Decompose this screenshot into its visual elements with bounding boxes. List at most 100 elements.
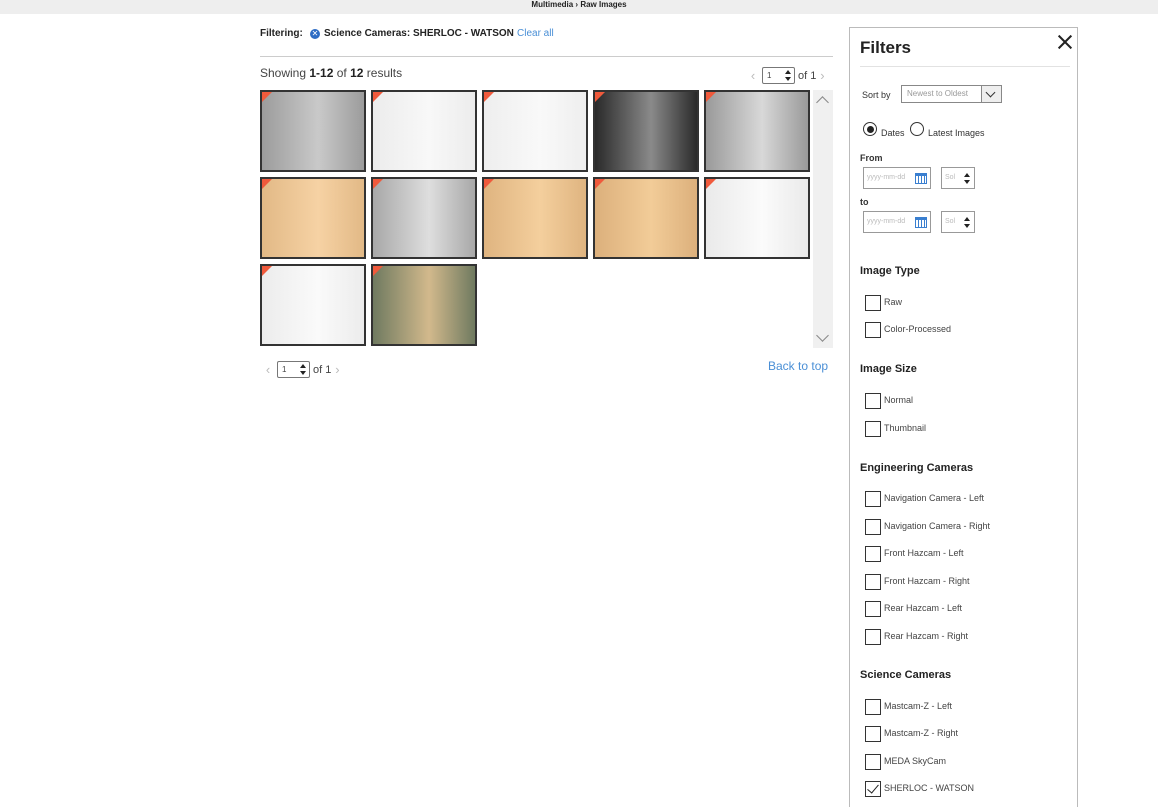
results-range: 1-12: [309, 66, 334, 80]
filter-checkbox[interactable]: [865, 491, 881, 507]
calendar-icon[interactable]: [915, 173, 927, 184]
filter-checkbox-label[interactable]: Color-Processed: [884, 324, 951, 334]
active-filters-bar: Filtering: ✕ Science Cameras: SHERLOC - …: [260, 26, 833, 57]
filter-checkbox-label[interactable]: Raw: [884, 297, 902, 307]
filter-checkbox[interactable]: [865, 546, 881, 562]
filter-checkbox[interactable]: [865, 322, 881, 338]
filter-chip[interactable]: ✕ Science Cameras: SHERLOC - WATSON: [310, 28, 514, 39]
pager-top: ‹ 1 of 1 ›: [747, 67, 828, 84]
close-icon[interactable]: [1057, 34, 1073, 50]
filter-checkbox[interactable]: [865, 295, 881, 311]
new-image-corner-icon: [373, 179, 384, 190]
new-image-corner-icon: [373, 92, 384, 103]
section-title-engineering: Engineering Cameras: [860, 462, 974, 474]
calendar-icon[interactable]: [915, 217, 927, 228]
filter-checkbox-label[interactable]: Navigation Camera - Right: [884, 521, 990, 531]
radio-latest[interactable]: [910, 122, 924, 136]
remove-filter-icon[interactable]: ✕: [310, 28, 320, 39]
sort-select-value: Newest to Oldest: [907, 89, 968, 98]
filter-checkbox-label[interactable]: SHERLOC - WATSON: [884, 783, 974, 793]
filter-checkbox[interactable]: [865, 629, 881, 645]
image-thumbnail[interactable]: [704, 177, 810, 259]
image-thumbnail[interactable]: [260, 90, 366, 172]
sort-label: Sort by: [862, 90, 891, 100]
filter-checkbox-label[interactable]: Normal: [884, 395, 913, 405]
top-bar: Multimedia › Raw Images: [0, 0, 1158, 14]
page-total: of 1: [313, 363, 332, 376]
filter-checkbox[interactable]: [865, 601, 881, 617]
image-thumbnail[interactable]: [260, 177, 366, 259]
sol-spinner-icon[interactable]: [964, 173, 971, 184]
new-image-corner-icon: [595, 92, 606, 103]
next-page-icon[interactable]: ›: [816, 68, 828, 83]
from-label: From: [860, 153, 883, 163]
filter-checkbox[interactable]: [865, 726, 881, 742]
from-sol-input[interactable]: Sol: [941, 167, 975, 189]
results-total: 12: [350, 66, 364, 80]
from-sol-placeholder: Sol: [945, 174, 956, 181]
section-title-image-size: Image Size: [860, 363, 917, 375]
sort-select[interactable]: Newest to Oldest: [901, 85, 1002, 103]
results-count: Showing 1-12 of 12 results: [260, 66, 402, 80]
scroll-up-icon[interactable]: [816, 96, 829, 109]
image-thumbnail[interactable]: [704, 90, 810, 172]
back-to-top-link[interactable]: Back to top: [768, 359, 828, 373]
image-thumbnail[interactable]: [371, 264, 477, 346]
radio-dates[interactable]: [863, 122, 877, 136]
filter-checkbox-label[interactable]: Thumbnail: [884, 423, 926, 433]
filter-checkbox-label[interactable]: Navigation Camera - Left: [884, 493, 984, 503]
filter-checkbox-label[interactable]: Mastcam-Z - Right: [884, 728, 958, 738]
page-input[interactable]: 1: [277, 361, 310, 378]
filter-checkbox-label[interactable]: Rear Hazcam - Right: [884, 631, 968, 641]
clear-all-link[interactable]: Clear all: [517, 28, 554, 39]
filter-checkbox[interactable]: [865, 519, 881, 535]
results-of: of: [333, 66, 351, 80]
filtering-label: Filtering:: [260, 28, 303, 39]
breadcrumb[interactable]: Multimedia › Raw Images: [0, 0, 1158, 9]
image-thumbnail[interactable]: [371, 177, 477, 259]
sol-spinner-icon[interactable]: [964, 217, 971, 228]
from-date-placeholder: yyyy-mm-dd: [867, 174, 906, 181]
image-thumbnail[interactable]: [593, 177, 699, 259]
new-image-corner-icon: [262, 92, 273, 103]
image-thumbnail[interactable]: [260, 264, 366, 346]
section-title-image-type: Image Type: [860, 265, 920, 277]
page-spinner-icon[interactable]: [785, 70, 792, 81]
filter-checkbox-label[interactable]: Front Hazcam - Left: [884, 548, 964, 558]
filter-checkbox-label[interactable]: Rear Hazcam - Left: [884, 603, 962, 613]
filter-checkbox[interactable]: [865, 754, 881, 770]
prev-page-icon[interactable]: ‹: [747, 68, 759, 83]
filter-checkbox[interactable]: [865, 421, 881, 437]
filter-checkbox[interactable]: [865, 781, 881, 797]
pager-bottom: ‹ 1 of 1 ›: [262, 361, 343, 378]
filter-chip-label: Science Cameras: SHERLOC - WATSON: [324, 28, 514, 39]
filter-checkbox-label[interactable]: MEDA SkyCam: [884, 756, 946, 766]
image-thumbnail[interactable]: [371, 90, 477, 172]
page-spinner-icon[interactable]: [300, 364, 307, 375]
to-date-input[interactable]: yyyy-mm-dd: [863, 211, 931, 233]
filter-checkbox[interactable]: [865, 574, 881, 590]
image-thumbnail[interactable]: [482, 90, 588, 172]
results-prefix: Showing: [260, 66, 310, 80]
filter-checkbox-label[interactable]: Front Hazcam - Right: [884, 576, 970, 586]
to-sol-input[interactable]: Sol: [941, 211, 975, 233]
results-suffix: results: [363, 66, 403, 80]
from-date-input[interactable]: yyyy-mm-dd: [863, 167, 931, 189]
image-thumbnail[interactable]: [482, 177, 588, 259]
new-image-corner-icon: [262, 179, 273, 190]
new-image-corner-icon: [484, 92, 495, 103]
prev-page-icon[interactable]: ‹: [262, 362, 274, 377]
next-page-icon[interactable]: ›: [331, 362, 343, 377]
page-input-value: 1: [282, 365, 287, 374]
filter-checkbox[interactable]: [865, 393, 881, 409]
gallery-scrollbar[interactable]: [813, 90, 833, 348]
page-input[interactable]: 1: [762, 67, 795, 84]
image-thumbnail[interactable]: [593, 90, 699, 172]
page-input-value: 1: [767, 71, 772, 80]
filter-checkbox[interactable]: [865, 699, 881, 715]
new-image-corner-icon: [706, 179, 717, 190]
scroll-down-icon[interactable]: [816, 329, 829, 342]
filter-checkbox-label[interactable]: Mastcam-Z - Left: [884, 701, 952, 711]
filters-title: Filters: [860, 38, 912, 57]
chevron-down-icon[interactable]: [981, 86, 1001, 102]
